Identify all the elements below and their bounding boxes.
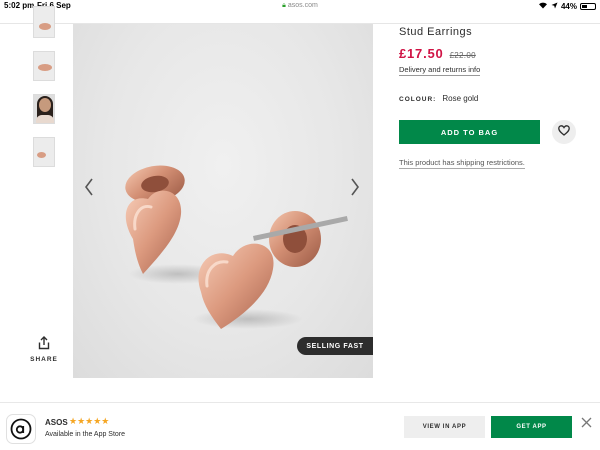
shipping-restrictions-link[interactable]: This product has shipping restrictions. bbox=[399, 158, 525, 169]
asos-logo-icon bbox=[10, 418, 32, 440]
battery-percent: 44% bbox=[560, 1, 577, 11]
chevron-left-icon bbox=[84, 178, 94, 201]
close-banner-button[interactable] bbox=[579, 417, 593, 431]
product-page: 5:02 pm Fri 6 Sep 🔒︎asos.com 44% bbox=[0, 0, 600, 450]
app-store-subtitle: Available in the App Store bbox=[45, 431, 126, 438]
share-icon bbox=[30, 336, 58, 350]
location-icon bbox=[551, 2, 558, 11]
previous-image-button[interactable] bbox=[82, 178, 96, 200]
selling-fast-badge: SELLING FAST bbox=[297, 337, 373, 355]
share-label: SHARE bbox=[30, 356, 58, 363]
next-image-button[interactable] bbox=[348, 178, 362, 200]
battery-level bbox=[582, 4, 587, 8]
chevron-right-icon bbox=[350, 178, 360, 201]
thumbnail-3[interactable] bbox=[33, 94, 55, 124]
heart-icon bbox=[558, 123, 570, 141]
lock-icon: 🔒︎ bbox=[282, 2, 286, 9]
app-rating-stars: ★★★★★ bbox=[69, 416, 110, 426]
share-button[interactable]: SHARE bbox=[30, 336, 58, 363]
wifi-icon bbox=[538, 1, 548, 11]
thumbnail-4[interactable] bbox=[33, 137, 55, 167]
model-thumbnail-image bbox=[39, 98, 51, 112]
thumbnail-1[interactable] bbox=[33, 6, 55, 38]
colour-label: COLOUR: bbox=[399, 96, 437, 103]
original-price: £22.00 bbox=[449, 51, 476, 60]
earring-thumbnail-image bbox=[38, 64, 52, 71]
colour-value: Rose gold bbox=[442, 94, 479, 103]
earrings-photo bbox=[125, 165, 348, 329]
close-icon bbox=[581, 415, 592, 433]
status-indicators: 44% bbox=[538, 1, 596, 11]
add-to-bag-button[interactable]: ADD TO BAG bbox=[399, 120, 540, 144]
delivery-returns-link[interactable]: Delivery and returns info bbox=[399, 65, 481, 76]
product-title: Stud Earrings bbox=[399, 26, 473, 38]
asos-app-icon[interactable] bbox=[6, 414, 36, 444]
earring-thumbnail-image bbox=[39, 23, 51, 30]
app-install-banner: ASOS ★★★★★ Available in the App Store VI… bbox=[0, 402, 600, 450]
address-url: asos.com bbox=[287, 2, 318, 9]
price-row: £17.50 £22.00 bbox=[399, 46, 476, 61]
thumbnail-2[interactable] bbox=[33, 51, 55, 81]
earring-thumbnail-image bbox=[37, 152, 46, 158]
colour-row: COLOUR: Rose gold bbox=[399, 94, 478, 103]
address-bar[interactable]: 🔒︎ asos.com bbox=[0, 2, 600, 10]
view-in-app-button[interactable]: VIEW IN APP bbox=[404, 416, 485, 438]
product-main-image[interactable]: SELLING FAST bbox=[73, 24, 373, 378]
model-top bbox=[36, 115, 54, 123]
get-app-button[interactable]: GET APP bbox=[491, 416, 572, 438]
battery-icon bbox=[580, 2, 596, 10]
status-bar: 5:02 pm Fri 6 Sep 🔒︎asos.com 44% bbox=[0, 0, 600, 12]
current-price: £17.50 bbox=[399, 46, 444, 61]
app-name: ASOS bbox=[45, 418, 68, 427]
save-for-later-button[interactable] bbox=[552, 120, 576, 144]
